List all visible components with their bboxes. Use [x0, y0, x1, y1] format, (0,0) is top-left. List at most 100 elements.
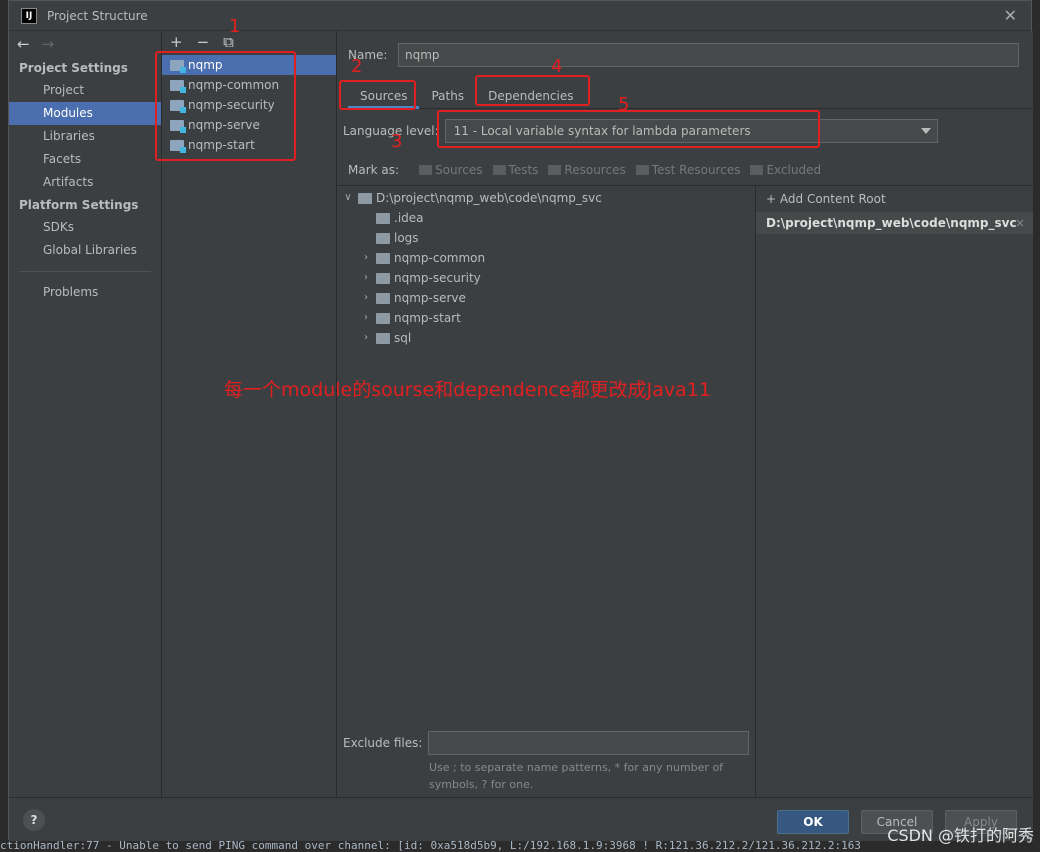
tree-root[interactable]: ∨ D:\project\nqmp_web\code\nqmp_svc: [338, 188, 755, 208]
exclude-files-hint: Use ; to separate name patterns, * for a…: [429, 761, 724, 791]
resources-folder-icon: [548, 165, 562, 175]
nav-item-project[interactable]: Project: [9, 79, 161, 102]
annotation-note: 每一个module的sourse和dependence都更改成Java11: [224, 379, 711, 401]
platform-settings-heading: Platform Settings: [19, 198, 139, 212]
project-settings-heading: Project Settings: [19, 61, 128, 75]
nav-arrows: ← →: [9, 31, 161, 57]
folder-icon: [376, 252, 390, 264]
nav-item-global-libraries[interactable]: Global Libraries: [9, 239, 161, 262]
content-root-entry[interactable]: D:\project\nqmp_web\code\nqmp_svc ×: [756, 212, 1033, 234]
test-resources-folder-icon: [635, 165, 649, 175]
mark-tests-label: Tests: [508, 163, 539, 177]
nav-item-artifacts[interactable]: Artifacts: [9, 171, 161, 194]
exclude-files-row: Exclude files:: [343, 731, 750, 755]
remove-root-icon[interactable]: ×: [1015, 212, 1025, 234]
background-editor-right: [1032, 0, 1040, 852]
folder-icon: [376, 212, 390, 224]
intellij-icon: IJ: [21, 7, 37, 24]
remove-icon[interactable]: −: [197, 33, 210, 51]
nav-item-problems[interactable]: Problems: [9, 281, 161, 304]
annotation-box-language-level: [437, 110, 820, 148]
add-content-root-button[interactable]: + Add Content Root: [756, 186, 1033, 212]
annotation-number-4: 4: [551, 56, 563, 77]
nav-item-sdks[interactable]: SDKs: [9, 216, 161, 239]
tree-item-label: nqmp-start: [394, 311, 461, 325]
mark-as-row: Mark as: Sources Tests Resources Test Re…: [348, 163, 821, 177]
annotation-box-sources: [339, 80, 416, 110]
tree-item-label: logs: [394, 231, 419, 245]
mark-excluded-button[interactable]: Excluded: [750, 163, 821, 177]
content-tree: ∨ D:\project\nqmp_web\code\nqmp_svc .idea l…: [338, 185, 756, 797]
nav-item-modules[interactable]: Modules: [9, 102, 161, 125]
nav-item-facets[interactable]: Facets: [9, 148, 161, 171]
content-root-path: D:\project\nqmp_web\code\nqmp_svc: [766, 216, 1017, 230]
sources-folder-icon: [419, 165, 433, 175]
chevron-right-icon[interactable]: ›: [360, 328, 372, 348]
annotation-box-modules: [155, 51, 296, 161]
content-roots-pane: + Add Content Root D:\project\nqmp_web\c…: [756, 185, 1033, 797]
mark-tests-button[interactable]: Tests: [492, 163, 539, 177]
tree-item-label: D:\project\nqmp_web\code\nqmp_svc: [376, 191, 602, 205]
folder-icon: [376, 272, 390, 284]
folder-icon: [358, 192, 372, 204]
excluded-folder-icon: [750, 165, 764, 175]
mark-excluded-label: Excluded: [766, 163, 822, 177]
title-bar: IJ Project Structure ✕: [9, 1, 1031, 31]
tree-item[interactable]: › nqmp-security: [338, 268, 755, 288]
settings-nav: ← → Project Settings Project Modules Lib…: [9, 31, 162, 797]
mark-resources-label: Resources: [564, 163, 626, 177]
mark-test-resources-button[interactable]: Test Resources: [635, 163, 741, 177]
annotation-number-3: 3: [391, 131, 403, 152]
help-button[interactable]: ?: [23, 809, 45, 831]
nav-item-libraries[interactable]: Libraries: [9, 125, 161, 148]
mark-sources-label: Sources: [435, 163, 483, 177]
chevron-right-icon[interactable]: ›: [360, 288, 372, 308]
add-icon[interactable]: +: [170, 33, 183, 51]
mark-resources-button[interactable]: Resources: [548, 163, 626, 177]
plus-icon: +: [766, 192, 777, 206]
annotation-number-5: 5: [618, 94, 630, 115]
exclude-files-input[interactable]: [428, 731, 750, 755]
tree-item[interactable]: › sql: [338, 328, 755, 348]
chevron-down-icon[interactable]: ∨: [342, 188, 354, 208]
tree-item-label: nqmp-serve: [394, 291, 466, 305]
csdn-watermark: CSDN @铁打的阿秀: [887, 826, 1034, 845]
tree-item-label: sql: [394, 331, 412, 345]
background-editor-left: [0, 0, 8, 852]
module-toolbar: + − ⧉: [162, 31, 336, 53]
tree-item[interactable]: .idea: [338, 208, 755, 228]
dropdown-arrow-icon: [920, 128, 931, 134]
background-log-line: ctionHandler:77 - Unable to send PING co…: [0, 840, 1040, 852]
tree-container: ∨ D:\project\nqmp_web\code\nqmp_svc .idea l…: [338, 186, 755, 348]
tree-item[interactable]: › nqmp-start: [338, 308, 755, 328]
exclude-files-label: Exclude files:: [343, 736, 423, 750]
tests-folder-icon: [492, 165, 506, 175]
annotation-number-2: 2: [351, 56, 363, 77]
tree-item-label: .idea: [394, 211, 424, 225]
mark-test-resources-label: Test Resources: [651, 163, 741, 177]
window-title: Project Structure: [47, 8, 148, 23]
folder-icon: [376, 312, 390, 324]
annotation-box-dependencies: [475, 75, 590, 106]
tree-item-label: nqmp-common: [394, 251, 486, 265]
folder-icon: [376, 332, 390, 344]
folder-icon: [376, 292, 390, 304]
annotation-number-1: 1: [229, 16, 241, 37]
chevron-right-icon[interactable]: ›: [360, 308, 372, 328]
chevron-right-icon[interactable]: ›: [360, 268, 372, 288]
tree-item[interactable]: logs: [338, 228, 755, 248]
ok-button[interactable]: OK: [777, 810, 849, 834]
chevron-right-icon[interactable]: ›: [360, 248, 372, 268]
dialog-footer: ? OK Cancel Apply: [9, 797, 1033, 841]
tree-item[interactable]: › nqmp-serve: [338, 288, 755, 308]
name-row: Name: nqmp: [348, 43, 1019, 67]
module-name-input[interactable]: nqmp: [398, 43, 1019, 67]
nav-divider: [19, 271, 151, 272]
tab-paths[interactable]: Paths: [419, 83, 476, 109]
forward-arrow-icon[interactable]: →: [42, 35, 55, 53]
tree-item-label: nqmp-security: [394, 271, 481, 285]
back-arrow-icon[interactable]: ←: [17, 35, 30, 53]
mark-sources-button[interactable]: Sources: [419, 163, 483, 177]
close-icon[interactable]: ✕: [1004, 6, 1017, 25]
tree-item[interactable]: › nqmp-common: [338, 248, 755, 268]
